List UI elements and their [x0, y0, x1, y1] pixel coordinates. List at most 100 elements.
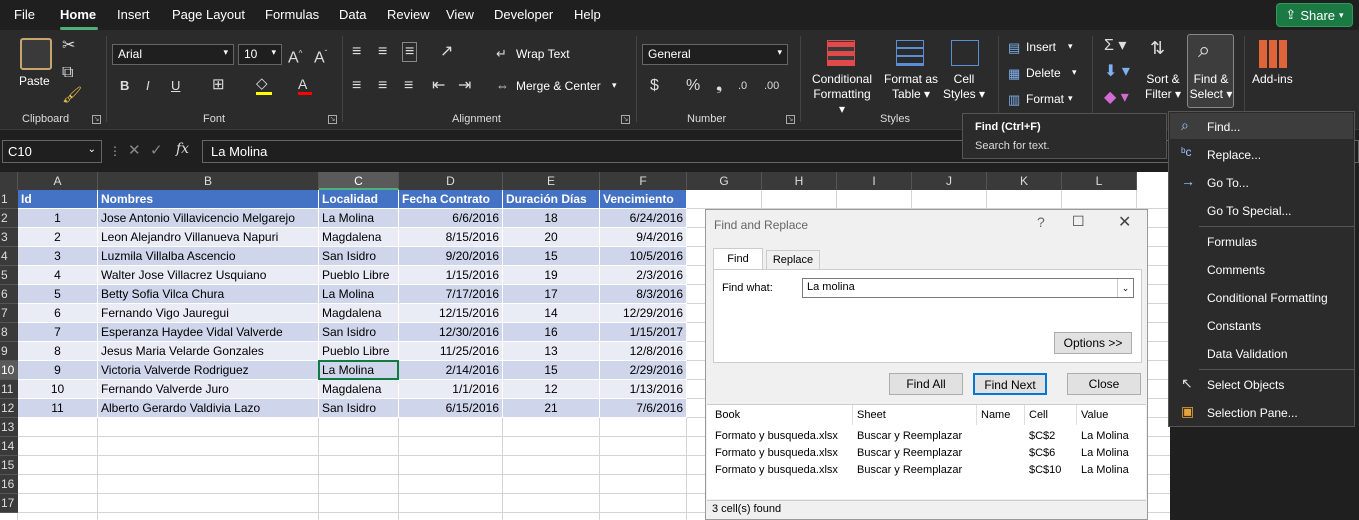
- row-header[interactable]: 13: [0, 418, 18, 437]
- cancel-icon[interactable]: ✕: [128, 141, 141, 159]
- column-header[interactable]: F: [600, 172, 687, 190]
- insert-dropdown-icon[interactable]: ▾: [1068, 41, 1073, 52]
- table-cell[interactable]: 10/5/2016: [600, 247, 687, 266]
- table-cell[interactable]: Victoria Valverde Rodriguez: [98, 361, 319, 380]
- format-dropdown-icon[interactable]: ▾: [1068, 93, 1073, 104]
- table-cell[interactable]: 10: [18, 380, 98, 399]
- align-right-icon[interactable]: ≡: [404, 78, 413, 94]
- table-cell[interactable]: Magdalena: [319, 228, 399, 247]
- table-cell[interactable]: 4: [18, 266, 98, 285]
- enter-icon[interactable]: ✓: [150, 141, 163, 159]
- table-cell[interactable]: 12/29/2016: [600, 304, 687, 323]
- table-cell[interactable]: 2/14/2016: [399, 361, 503, 380]
- autosum-icon[interactable]: Σ ▾: [1104, 38, 1126, 54]
- results-cell[interactable]: La Molina: [1081, 430, 1129, 442]
- menu-item-selection-pane[interactable]: Selection Pane...: [1207, 406, 1298, 420]
- table-cell[interactable]: 9/4/2016: [600, 228, 687, 247]
- table-cell[interactable]: Esperanza Haydee Vidal Valverde: [98, 323, 319, 342]
- italic-icon[interactable]: I: [146, 78, 150, 94]
- table-cell[interactable]: 12/8/2016: [600, 342, 687, 361]
- comma-icon[interactable]: ❟: [716, 78, 722, 94]
- row-header[interactable]: 1: [0, 190, 18, 209]
- find-all-button[interactable]: Find All: [889, 373, 963, 395]
- help-icon[interactable]: ?: [1037, 214, 1045, 230]
- add-ins-button[interactable]: Add-ins: [1252, 72, 1293, 87]
- table-cell[interactable]: La Molina: [319, 209, 399, 228]
- tab-review[interactable]: Review: [387, 7, 430, 22]
- row-header[interactable]: 10: [0, 361, 18, 380]
- table-cell[interactable]: 12/30/2016: [399, 323, 503, 342]
- table-cell[interactable]: 15: [503, 247, 600, 266]
- merge-center-button[interactable]: Merge & Center: [516, 79, 601, 94]
- paste-icon[interactable]: [20, 38, 52, 70]
- row-header[interactable]: 3: [0, 228, 18, 247]
- table-cell[interactable]: La Molina: [319, 285, 399, 304]
- table-cell[interactable]: 9/20/2016: [399, 247, 503, 266]
- table-cell[interactable]: 16: [503, 323, 600, 342]
- cut-icon[interactable]: ✂: [62, 38, 75, 54]
- table-cell[interactable]: 21: [503, 399, 600, 418]
- table-cell[interactable]: Magdalena: [319, 304, 399, 323]
- table-cell[interactable]: 19: [503, 266, 600, 285]
- results-cell[interactable]: Formato y busqueda.xlsx: [715, 430, 838, 442]
- align-bottom-icon[interactable]: ≡: [402, 42, 418, 62]
- currency-icon[interactable]: $: [650, 78, 659, 94]
- table-cell[interactable]: 18: [503, 209, 600, 228]
- row-header[interactable]: 4: [0, 247, 18, 266]
- row-header[interactable]: 14: [0, 437, 18, 456]
- table-cell[interactable]: San Isidro: [319, 399, 399, 418]
- results-column-header[interactable]: Book: [715, 409, 740, 421]
- table-cell[interactable]: 8/3/2016: [600, 285, 687, 304]
- table-cell[interactable]: 2/29/2016: [600, 361, 687, 380]
- column-header[interactable]: B: [98, 172, 319, 190]
- table-header-cell[interactable]: Fecha Contrato: [399, 190, 503, 209]
- row-header[interactable]: 2: [0, 209, 18, 228]
- underline-icon[interactable]: U: [171, 78, 180, 94]
- table-cell[interactable]: 12/15/2016: [399, 304, 503, 323]
- menu-item-constants[interactable]: Constants: [1207, 319, 1261, 333]
- row-header[interactable]: 5: [0, 266, 18, 285]
- table-cell[interactable]: Magdalena: [319, 380, 399, 399]
- table-cell[interactable]: Luzmila Villalba Ascencio: [98, 247, 319, 266]
- tab-view[interactable]: View: [446, 7, 474, 22]
- table-cell[interactable]: 6/24/2016: [600, 209, 687, 228]
- table-cell[interactable]: 7: [18, 323, 98, 342]
- font-launcher-icon[interactable]: ↘: [328, 115, 337, 124]
- increase-decimal-icon[interactable]: .0: [738, 78, 747, 94]
- results-cell[interactable]: Formato y busqueda.xlsx: [715, 464, 838, 476]
- results-column-header[interactable]: Sheet: [857, 409, 886, 421]
- tab-replace[interactable]: Replace: [766, 250, 820, 270]
- increase-font-icon[interactable]: A^: [288, 46, 302, 66]
- close-button[interactable]: Close: [1067, 373, 1141, 395]
- table-cell[interactable]: 17: [503, 285, 600, 304]
- table-cell[interactable]: Fernando Vigo Jauregui: [98, 304, 319, 323]
- insert-cells-button[interactable]: Insert: [1026, 40, 1056, 55]
- table-cell[interactable]: 5: [18, 285, 98, 304]
- results-cell[interactable]: Buscar y Reemplazar: [857, 447, 962, 459]
- results-cell[interactable]: Formato y busqueda.xlsx: [715, 447, 838, 459]
- table-cell[interactable]: 15: [503, 361, 600, 380]
- results-column-header[interactable]: Name: [981, 409, 1010, 421]
- results-column-header[interactable]: Cell: [1029, 409, 1048, 421]
- menu-item-select-objects[interactable]: Select Objects: [1207, 378, 1284, 392]
- menu-item-find[interactable]: Find...: [1207, 120, 1240, 134]
- menu-item-go-to[interactable]: Go To...: [1207, 176, 1249, 190]
- menu-item-comments[interactable]: Comments: [1207, 263, 1265, 277]
- format-as-table-button[interactable]: Format as Table ▾: [880, 72, 942, 102]
- wrap-text-button[interactable]: Wrap Text: [516, 47, 570, 62]
- conditional-formatting-button[interactable]: Conditional Formatting ▾: [810, 72, 874, 117]
- cell-styles-button[interactable]: Cell Styles ▾: [940, 72, 988, 102]
- delete-cells-button[interactable]: Delete: [1026, 66, 1061, 81]
- menu-item-formulas[interactable]: Formulas: [1207, 235, 1257, 249]
- row-header[interactable]: 11: [0, 380, 18, 399]
- table-cell[interactable]: 11: [18, 399, 98, 418]
- table-cell[interactable]: 7/17/2016: [399, 285, 503, 304]
- insert-function-icon[interactable]: fx: [176, 141, 189, 157]
- row-header[interactable]: 7: [0, 304, 18, 323]
- clear-icon[interactable]: ◆ ▾: [1104, 90, 1129, 106]
- tab-help[interactable]: Help: [574, 7, 601, 22]
- row-header[interactable]: 15: [0, 456, 18, 475]
- tab-data[interactable]: Data: [339, 7, 366, 22]
- table-cell[interactable]: 8/15/2016: [399, 228, 503, 247]
- close-icon[interactable]: ✕: [1118, 212, 1131, 232]
